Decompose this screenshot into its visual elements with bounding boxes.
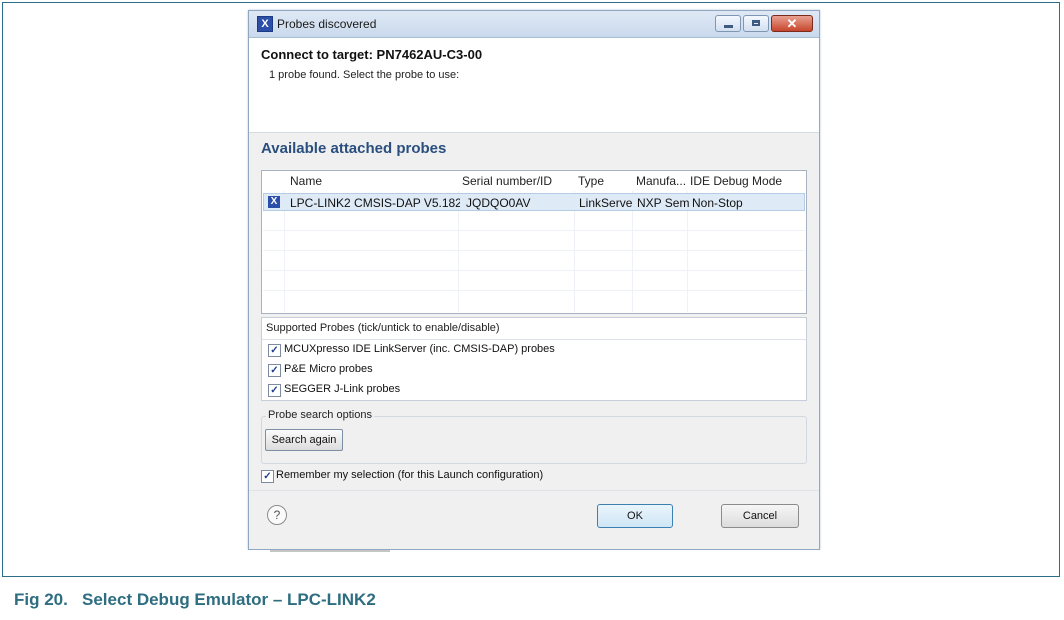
row-divider — [263, 290, 805, 291]
title-bar: X Probes discovered ✕ — [249, 11, 819, 38]
supported-probes-panel: Supported Probes (tick/untick to enable/… — [261, 317, 807, 401]
checkbox-label-segger: SEGGER J-Link probes — [284, 383, 401, 395]
probe-serial: JQDQO0AV — [466, 196, 531, 210]
divider — [262, 339, 806, 340]
window-title: Probes discovered — [277, 17, 377, 31]
table-row[interactable]: X LPC-LINK2 CMSIS-DAP V5.182 JQDQO0AV Li… — [263, 193, 805, 211]
row-divider — [263, 270, 805, 271]
column-header-name[interactable]: Name — [290, 174, 322, 188]
probe-found-message: 1 probe found. Select the probe to use: — [269, 69, 460, 81]
supported-probes-title: Supported Probes (tick/untick to enable/… — [266, 322, 500, 334]
checkbox-pe-micro[interactable]: ✓ — [268, 364, 281, 377]
help-icon[interactable]: ? — [267, 505, 287, 525]
probe-type: LinkServe — [579, 196, 633, 210]
column-header-serial[interactable]: Serial number/ID — [462, 174, 552, 188]
probes-discovered-dialog: X Probes discovered ✕ Connect to target:… — [248, 10, 820, 550]
probe-name: LPC-LINK2 CMSIS-DAP V5.182 — [290, 196, 460, 210]
maximize-button[interactable] — [743, 15, 769, 32]
checkbox-label-linkserver: MCUXpresso IDE LinkServer (inc. CMSIS-DA… — [284, 343, 555, 355]
column-header-manufacturer[interactable]: Manufa... — [636, 174, 686, 188]
probe-debug-mode: Non-Stop — [692, 196, 743, 210]
remember-selection-label: Remember my selection (for this Launch c… — [276, 469, 544, 481]
available-probes-title: Available attached probes — [261, 140, 447, 157]
cancel-button[interactable]: Cancel — [721, 504, 799, 528]
probe-search-options-legend: Probe search options — [266, 409, 374, 421]
close-icon: ✕ — [786, 16, 798, 31]
checkbox-segger[interactable]: ✓ — [268, 384, 281, 397]
column-header-ide-debug-mode[interactable]: IDE Debug Mode — [690, 174, 782, 188]
figure-caption: Fig 20. Select Debug Emulator – LPC-LINK… — [14, 590, 376, 609]
remember-selection-checkbox[interactable]: ✓ — [261, 470, 274, 483]
checkbox-label-pe-micro: P&E Micro probes — [284, 363, 373, 375]
app-icon: X — [257, 16, 273, 32]
checkbox-linkserver[interactable]: ✓ — [268, 344, 281, 357]
maximize-icon — [752, 20, 760, 26]
probe-icon: X — [268, 196, 280, 208]
footer-divider — [249, 490, 819, 491]
column-header-type[interactable]: Type — [578, 174, 604, 188]
screenshot-edge-strip — [270, 550, 390, 552]
close-button[interactable]: ✕ — [771, 15, 813, 32]
connect-target-title: Connect to target: PN7462AU-C3-00 — [261, 47, 483, 62]
probe-manufacturer: NXP Sem — [637, 196, 690, 210]
minimize-icon — [724, 25, 733, 28]
search-again-button[interactable]: Search again — [265, 429, 343, 451]
row-divider — [263, 250, 805, 251]
ok-button[interactable]: OK — [597, 504, 673, 528]
probes-table: Name Serial number/ID Type Manufa... IDE… — [261, 170, 807, 314]
row-divider — [263, 230, 805, 231]
minimize-button[interactable] — [715, 15, 741, 32]
